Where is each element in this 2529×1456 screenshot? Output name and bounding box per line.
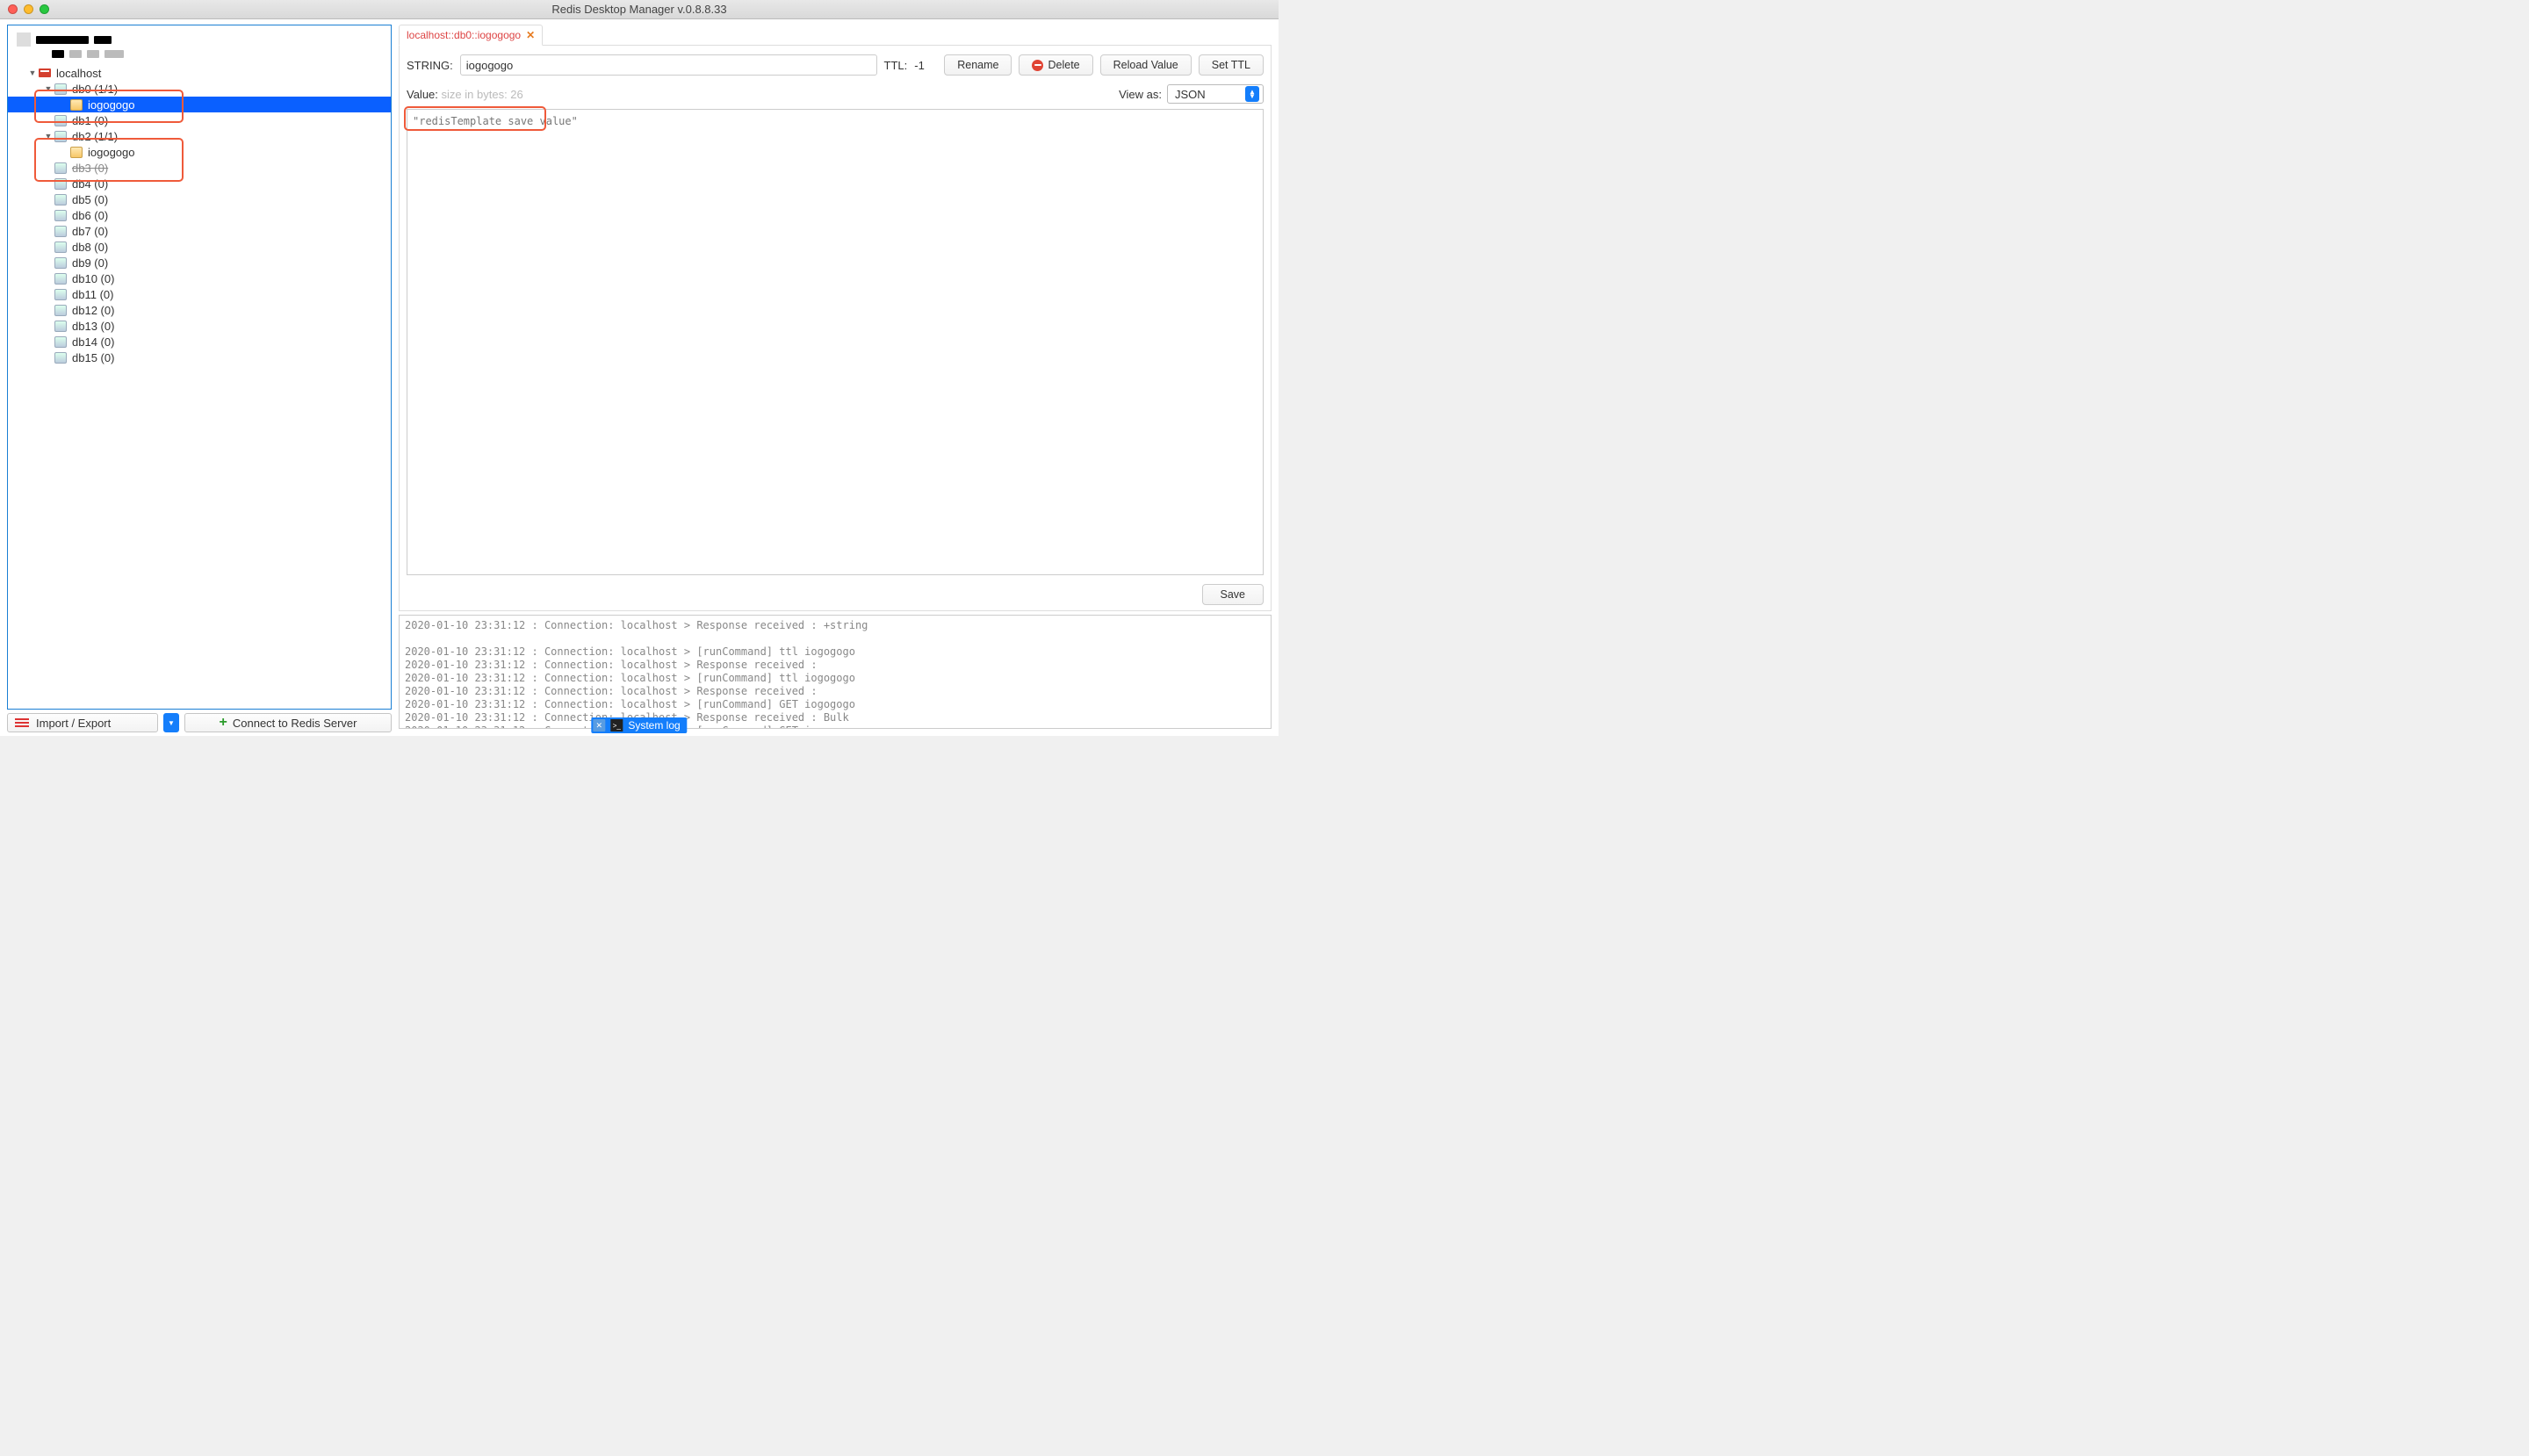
log-line: 2020-01-10 23:31:12 : Connection: localh…: [405, 698, 855, 710]
db0-label: db0 (1/1): [70, 83, 118, 96]
database-icon: [54, 272, 68, 285]
database-icon: [54, 256, 68, 269]
database-icon: [54, 225, 68, 237]
db1-node[interactable]: db1 (0): [8, 112, 391, 128]
close-tab-icon[interactable]: ✕: [526, 29, 535, 41]
db15-node[interactable]: db15 (0): [8, 350, 391, 365]
value-size: size in bytes: 26: [442, 88, 523, 101]
db2-node[interactable]: db2 (1/1): [8, 128, 391, 144]
log-line: 2020-01-10 23:31:12 : Connection: localh…: [405, 619, 868, 631]
window-title: Redis Desktop Manager v.0.8.8.33: [0, 3, 1279, 16]
key-icon: [69, 146, 83, 158]
value-editor[interactable]: "redisTemplate save value": [407, 109, 1264, 575]
database-icon: [54, 193, 68, 205]
import-export-button[interactable]: Import / Export: [7, 713, 158, 732]
connect-label: Connect to Redis Server: [233, 717, 357, 730]
log-line: 2020-01-10 23:31:12 : Connection: localh…: [405, 645, 855, 658]
ttl-label: TTL:: [884, 59, 908, 72]
database-icon: [54, 241, 68, 253]
db0-key-label: iogogogo: [86, 98, 135, 112]
delete-icon: [1032, 60, 1043, 71]
import-export-dropdown[interactable]: ▼: [163, 713, 179, 732]
key-icon: [69, 98, 83, 111]
log-panel[interactable]: 2020-01-10 23:31:12 : Connection: localh…: [399, 615, 1272, 729]
import-export-label: Import / Export: [36, 717, 111, 730]
database-icon: [54, 209, 68, 221]
connection-tree[interactable]: localhost db0 (1/1) iogogogo db1 (0): [7, 25, 392, 710]
connect-button[interactable]: + Connect to Redis Server: [184, 713, 392, 732]
system-log-button[interactable]: ✕ >_ System log: [591, 717, 687, 733]
db3-node[interactable]: db3 (0): [8, 160, 391, 176]
database-icon: [54, 304, 68, 316]
log-line: 2020-01-10 23:31:12 : Connection: localh…: [405, 659, 818, 671]
plus-icon: +: [220, 715, 227, 731]
close-syslog-icon[interactable]: ✕: [593, 719, 605, 732]
db6-node[interactable]: db6 (0): [8, 207, 391, 223]
database-icon: [54, 320, 68, 332]
type-label: STRING:: [407, 59, 453, 72]
db0-key-iogogogo[interactable]: iogogogo: [8, 97, 391, 112]
database-icon: [54, 114, 68, 126]
rename-button[interactable]: Rename: [944, 54, 1012, 76]
tab-key[interactable]: localhost::db0::iogogogo ✕: [399, 25, 543, 46]
database-icon: [54, 177, 68, 190]
tab-label: localhost::db0::iogogogo: [407, 29, 521, 41]
database-icon: [54, 351, 68, 364]
system-log-label: System log: [628, 719, 680, 732]
reload-value-button[interactable]: Reload Value: [1100, 54, 1192, 76]
set-ttl-button[interactable]: Set TTL: [1199, 54, 1264, 76]
delete-button[interactable]: Delete: [1019, 54, 1092, 76]
database-icon: [54, 130, 68, 142]
server-node[interactable]: localhost: [8, 65, 391, 81]
value-content: "redisTemplate save value": [413, 115, 578, 127]
viewas-select[interactable]: JSON ▲▼: [1167, 84, 1264, 104]
value-label: Value:: [407, 88, 438, 101]
database-icon: [54, 335, 68, 348]
tab-bar: localhost::db0::iogogogo ✕: [399, 25, 1272, 46]
db14-node[interactable]: db14 (0): [8, 334, 391, 350]
log-line: 2020-01-10 23:31:12 : Connection: localh…: [405, 672, 855, 684]
terminal-icon: >_: [610, 719, 623, 732]
key-name-input[interactable]: [460, 54, 877, 76]
db11-node[interactable]: db11 (0): [8, 286, 391, 302]
save-button[interactable]: Save: [1202, 584, 1264, 605]
db13-node[interactable]: db13 (0): [8, 318, 391, 334]
db7-node[interactable]: db7 (0): [8, 223, 391, 239]
db2-label: db2 (1/1): [70, 130, 118, 143]
log-line: 2020-01-10 23:31:12 : Connection: localh…: [405, 685, 818, 697]
redacted-header: [8, 25, 391, 65]
database-icon: [54, 288, 68, 300]
db12-node[interactable]: db12 (0): [8, 302, 391, 318]
viewas-label: View as:: [1119, 88, 1162, 101]
server-label: localhost: [54, 67, 101, 80]
db5-node[interactable]: db5 (0): [8, 191, 391, 207]
db0-node[interactable]: db0 (1/1): [8, 81, 391, 97]
ttl-value: -1: [914, 59, 937, 72]
db4-node[interactable]: db4 (0): [8, 176, 391, 191]
viewas-selected: JSON: [1175, 88, 1206, 101]
database-icon: [54, 83, 68, 95]
menu-icon: [15, 717, 29, 728]
select-caret-icon: ▲▼: [1245, 86, 1259, 102]
db9-node[interactable]: db9 (0): [8, 255, 391, 270]
server-icon: [39, 68, 51, 77]
database-icon: [54, 162, 68, 174]
titlebar: Redis Desktop Manager v.0.8.8.33: [0, 0, 1279, 19]
db10-node[interactable]: db10 (0): [8, 270, 391, 286]
db2-key-iogogogo[interactable]: iogogogo: [8, 144, 391, 160]
db8-node[interactable]: db8 (0): [8, 239, 391, 255]
